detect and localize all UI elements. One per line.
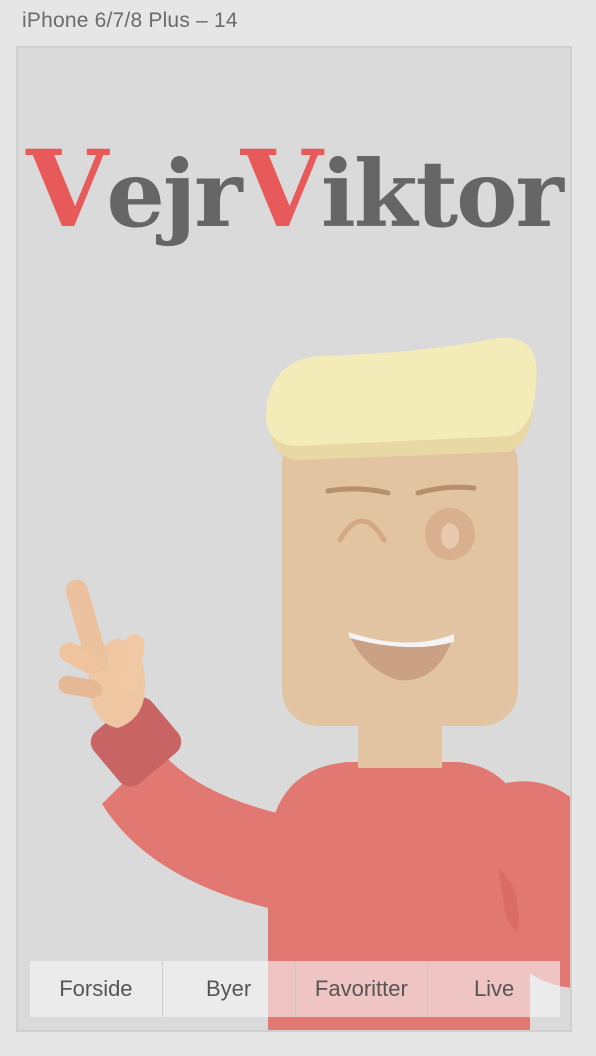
head — [282, 428, 518, 726]
bottom-navigation: Forside Byer Favoritter Live — [30, 961, 560, 1017]
right-eye-pupil — [441, 523, 459, 549]
nav-item-byer[interactable]: Byer — [163, 961, 296, 1017]
phone-screen: VejrViktor Forside Byer Favoritter Live — [16, 46, 572, 1032]
nav-item-favoritter[interactable]: Favoritter — [296, 961, 429, 1017]
hair — [266, 337, 537, 446]
nav-item-live[interactable]: Live — [428, 961, 560, 1017]
nav-item-forside[interactable]: Forside — [30, 961, 163, 1017]
waving-person-illustration — [58, 337, 570, 1030]
artboard-title: iPhone 6/7/8 Plus – 14 — [22, 9, 238, 32]
